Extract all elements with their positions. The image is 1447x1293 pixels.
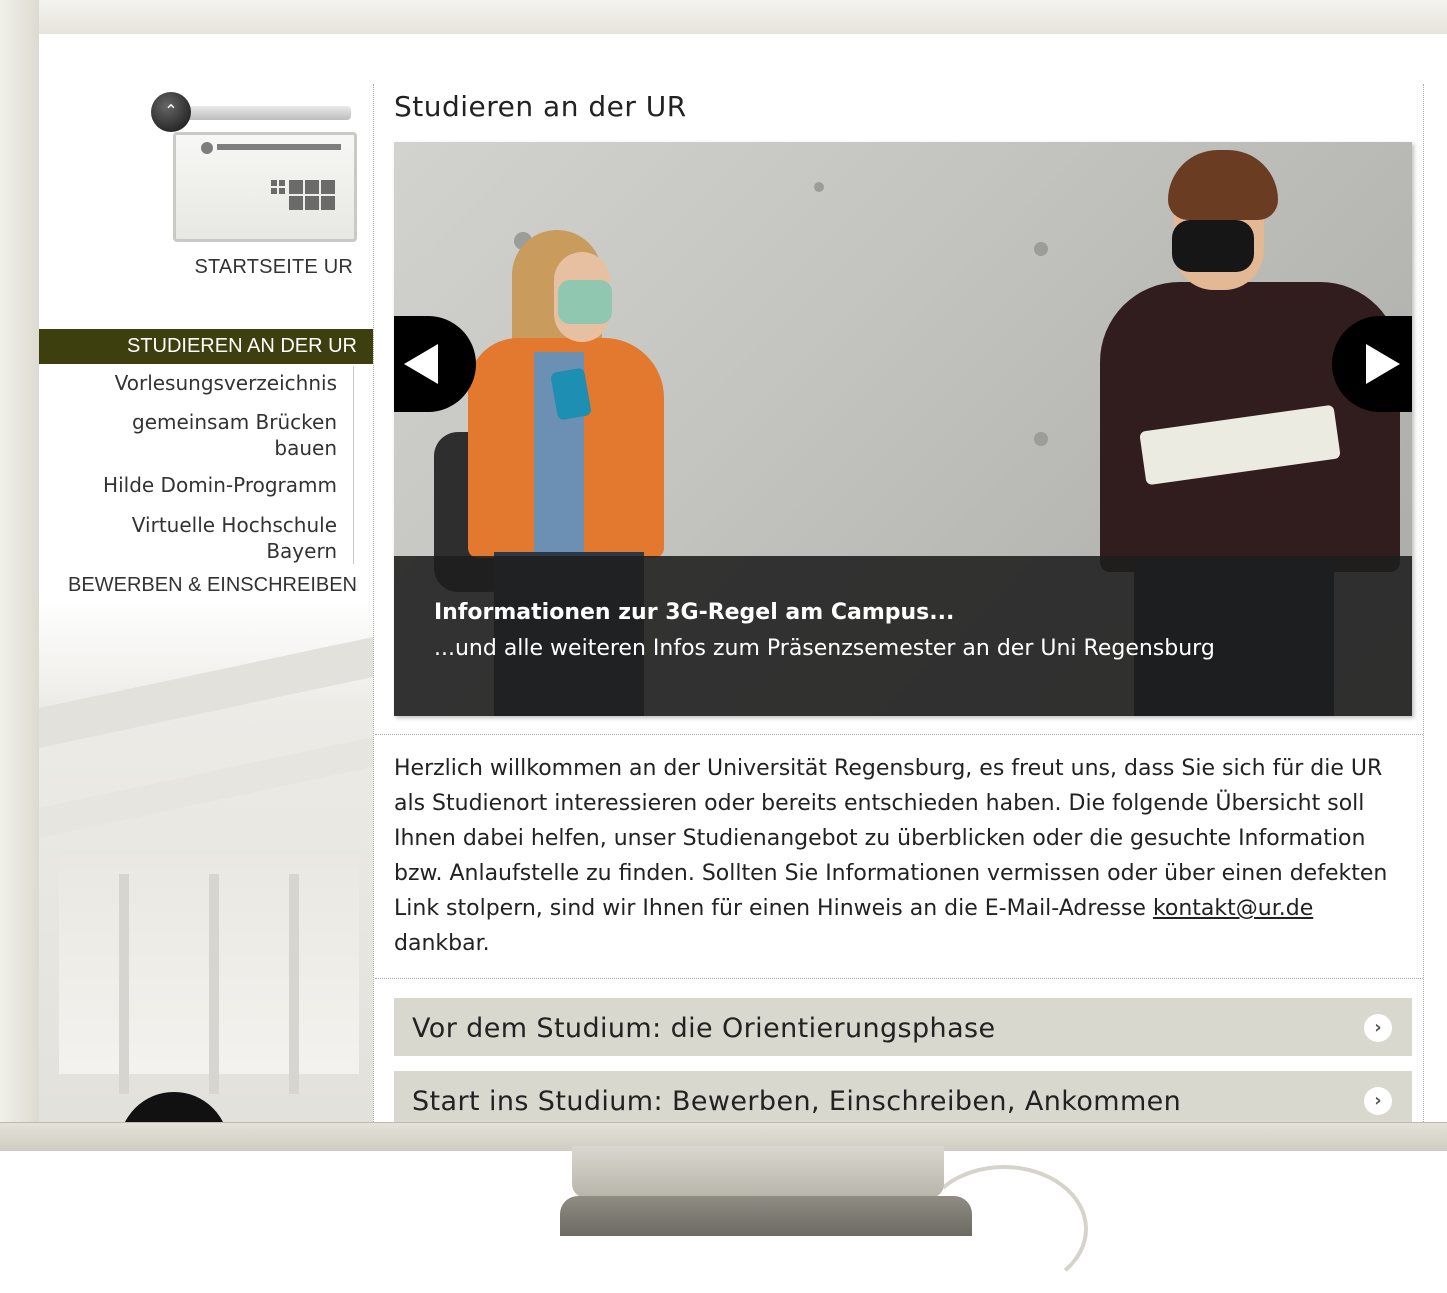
- section-divider: [375, 978, 1423, 979]
- chevron-right-icon: ›: [1364, 1014, 1392, 1042]
- nav-subitem-vorlesungsverzeichnis[interactable]: Vorlesungsverzeichnis: [47, 370, 337, 396]
- monitor-frame-left: [0, 0, 39, 1150]
- nav-divider: [353, 366, 354, 564]
- slide-title[interactable]: Informationen zur 3G-Regel am Campus...: [434, 600, 954, 625]
- contact-email-link[interactable]: kontakt@ur.de: [1153, 896, 1313, 921]
- nav-subitem-bruecken[interactable]: gemeinsam Brücken bauen: [107, 409, 337, 461]
- monitor-stand-neck: [572, 1146, 944, 1198]
- nav-item-bewerben[interactable]: BEWERBEN & EINSCHREIBEN: [68, 574, 357, 597]
- slide-text: ...und alle weiteren Infos zum Präsenzse…: [434, 636, 1215, 661]
- sidebar-building-graphic: [39, 634, 373, 1122]
- section-divider: [375, 734, 1423, 735]
- content-divider-right: [1423, 84, 1424, 1122]
- slider-prev-button[interactable]: [394, 316, 476, 412]
- slide-caption[interactable]: Informationen zur 3G-Regel am Campus... …: [394, 556, 1412, 716]
- arrow-right-icon: [1366, 344, 1400, 384]
- content-divider: [373, 84, 374, 1122]
- chevron-up-icon: ⌃: [151, 92, 191, 132]
- monitor-frame-top: [0, 0, 1447, 34]
- arrow-left-icon: [404, 344, 438, 384]
- intro-text-after: dankbar.: [394, 931, 490, 956]
- sidebar: ⌃ STARTSEITE UR STUDIEREN AN DER UR Vorl…: [39, 34, 373, 1122]
- image-slider[interactable]: Informationen zur 3G-Regel am Campus... …: [394, 142, 1412, 716]
- chevron-right-icon: ›: [1364, 1087, 1392, 1115]
- nav-subitem-vhb[interactable]: Virtuelle Hochschule Bayern: [97, 512, 337, 564]
- home-link[interactable]: STARTSEITE UR: [194, 256, 353, 279]
- page-title: Studieren an der UR: [394, 90, 687, 123]
- ur-logo-icon[interactable]: ⌃: [151, 92, 357, 244]
- accordion-label: Start ins Studium: Bewerben, Einschreibe…: [412, 1086, 1182, 1117]
- intro-text: Herzlich willkommen an der Universität R…: [394, 751, 1414, 961]
- nav-item-studieren[interactable]: STUDIEREN AN DER UR: [39, 329, 373, 364]
- nav-subitem-hilde-domin[interactable]: Hilde Domin-Programm: [47, 472, 337, 498]
- browser-viewport: ⌃ STARTSEITE UR STUDIEREN AN DER UR Vorl…: [39, 34, 1447, 1122]
- accordion-start-ins-studium[interactable]: Start ins Studium: Bewerben, Einschreibe…: [394, 1071, 1412, 1122]
- accordion-orientierungsphase[interactable]: Vor dem Studium: die Orientierungsphase …: [394, 998, 1412, 1056]
- accordion-label: Vor dem Studium: die Orientierungsphase: [412, 1013, 996, 1044]
- monitor-stand-foot: [560, 1196, 972, 1236]
